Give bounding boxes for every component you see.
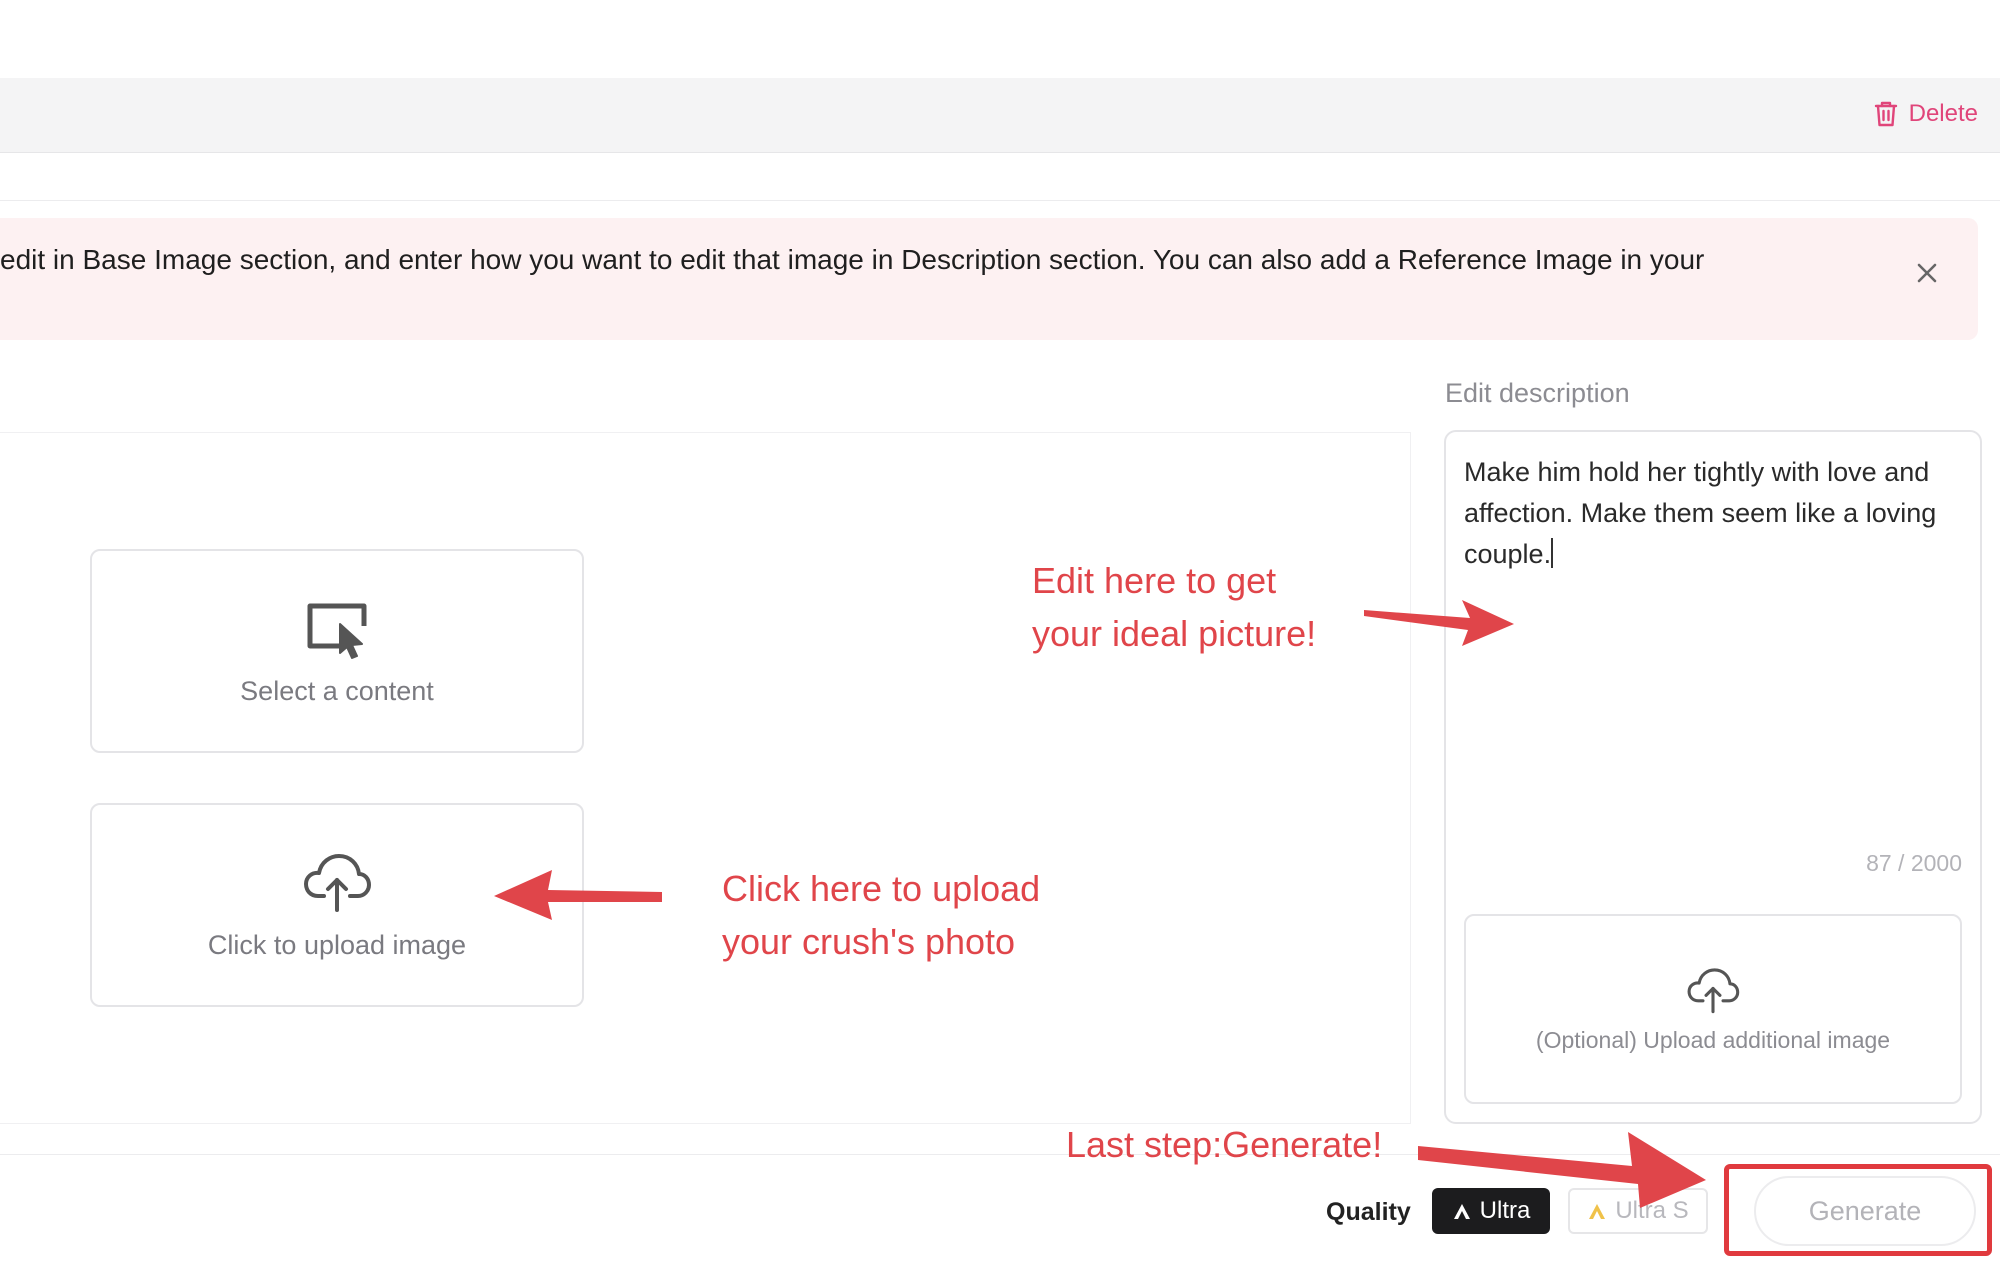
optional-upload-label: (Optional) Upload additional image <box>1535 1026 1891 1053</box>
close-icon[interactable] <box>1912 258 1942 288</box>
base-image-section: Select a content Click to upload image <box>0 432 1411 1124</box>
quality-ultra-s-button[interactable]: Ultra S <box>1568 1188 1708 1234</box>
delete-button[interactable]: Delete <box>1873 100 1978 128</box>
page: Delete edit in Base Image section, and e… <box>0 0 2000 1273</box>
info-banner: edit in Base Image section, and enter ho… <box>0 218 1978 340</box>
upload-image-label: Click to upload image <box>207 929 467 960</box>
generate-button[interactable]: Generate <box>1754 1176 1976 1246</box>
select-content-card[interactable]: Select a content <box>90 549 584 753</box>
bottom-divider <box>0 1154 2000 1155</box>
edit-description-label: Edit description <box>1445 378 1630 408</box>
annotation-upload: Click here to upload your crush's photo <box>722 862 1040 968</box>
ultra-s-icon <box>1589 1204 1606 1219</box>
trash-icon <box>1874 101 1897 127</box>
divider <box>0 200 2000 201</box>
banner-text: edit in Base Image section, and enter ho… <box>0 244 1705 275</box>
annotation-upload-line2: your crush's photo <box>722 921 1016 962</box>
annotation-edit: Edit here to get your ideal picture! <box>1032 554 1316 660</box>
ultra-icon <box>1453 1204 1470 1219</box>
annotation-edit-line1: Edit here to get <box>1032 560 1277 601</box>
select-cursor-icon <box>307 603 367 659</box>
edit-description-textarea[interactable]: Make him hold her tightly with love and … <box>1444 430 1982 1124</box>
annotation-generate: Last step:Generate! <box>1066 1124 1383 1165</box>
delete-label: Delete <box>1908 100 1978 127</box>
top-toolbar: Delete <box>0 78 2000 153</box>
optional-upload-card[interactable]: (Optional) Upload additional image <box>1464 914 1962 1104</box>
description-value: Make him hold her tightly with love and … <box>1464 457 1937 569</box>
quality-ultra-s-label: Ultra S <box>1615 1197 1689 1224</box>
annotation-edit-line2: your ideal picture! <box>1032 613 1317 654</box>
cloud-upload-icon <box>304 853 371 912</box>
upload-image-card[interactable]: Click to upload image <box>90 803 584 1007</box>
quality-ultra-label: Ultra <box>1479 1197 1531 1224</box>
annotation-upload-line1: Click here to upload <box>722 868 1041 909</box>
cloud-upload-icon <box>1687 967 1740 1013</box>
select-content-label: Select a content <box>240 675 434 706</box>
text-caret <box>1551 538 1554 568</box>
quality-label: Quality <box>1326 1198 1411 1226</box>
char-count: 87 / 2000 <box>1866 850 1962 876</box>
description-text[interactable]: Make him hold her tightly with love and … <box>1464 452 1964 575</box>
quality-ultra-button[interactable]: Ultra <box>1432 1188 1550 1234</box>
